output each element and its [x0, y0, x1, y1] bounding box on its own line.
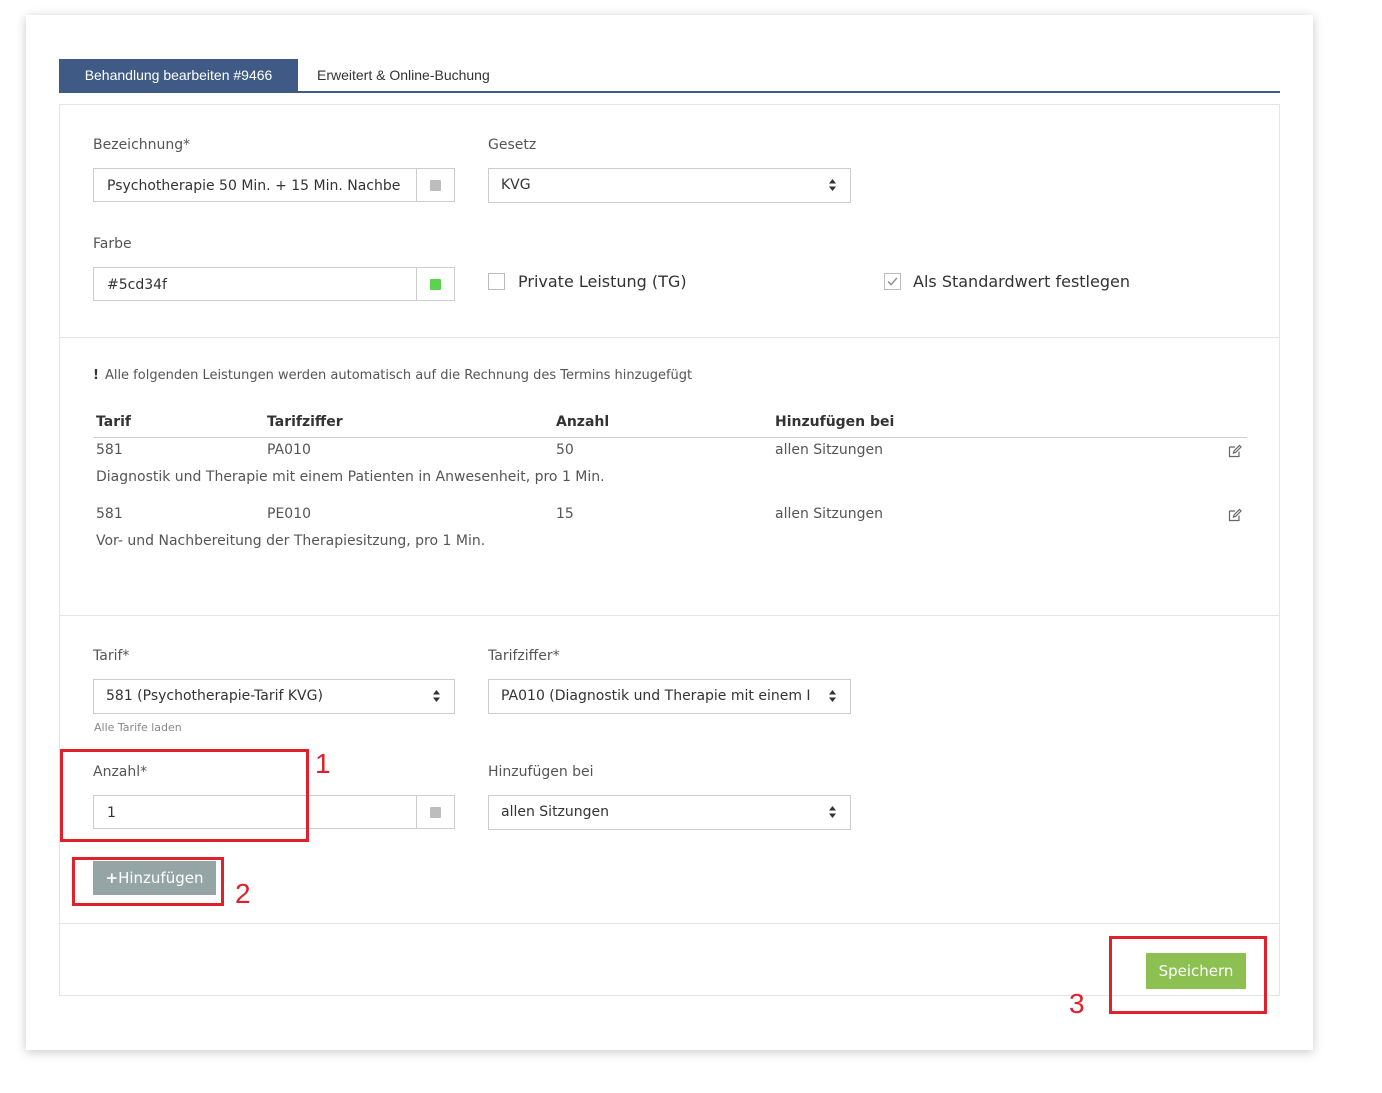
farbe-value: #5cd34f [107, 277, 167, 293]
exclamation-icon: ! [93, 368, 99, 383]
info-note: ! Alle folgenden Leistungen werden automa… [93, 368, 692, 383]
edit-icon[interactable] [1228, 444, 1242, 458]
tab-behandlung-bearbeiten[interactable]: Behandlung bearbeiten #9466 [59, 59, 298, 91]
checkmark-icon [887, 277, 898, 286]
grey-square-icon [430, 807, 441, 818]
bezeichnung-field[interactable]: Psychotherapie 50 Min. + 15 Min. Nachbe [93, 168, 455, 202]
private-leistung-label: Private Leistung (TG) [518, 272, 687, 291]
tarifziffer-label: Tarifziffer* [488, 648, 560, 664]
row1-anzahl: 50 [556, 442, 574, 458]
gesetz-select[interactable]: KVG [488, 168, 851, 203]
farbe-field[interactable]: #5cd34f [93, 267, 455, 301]
bezeichnung-label: Bezeichnung* [93, 137, 191, 153]
section-divider [60, 615, 1279, 616]
annotation-number-2: 2 [235, 878, 251, 909]
gesetz-label: Gesetz [488, 137, 537, 153]
info-note-text: Alle folgenden Leistungen werden automat… [104, 368, 693, 383]
standardwert-checkbox[interactable] [884, 273, 901, 290]
sort-arrows-icon [829, 806, 836, 818]
col-header-anzahl: Anzahl [556, 414, 610, 430]
farbe-label: Farbe [93, 236, 132, 252]
sort-arrows-icon [829, 179, 836, 191]
grey-square-icon [430, 180, 441, 191]
hinzufuegen-bei-select[interactable]: allen Sitzungen [488, 795, 851, 830]
col-header-tarif: Tarif [96, 414, 131, 430]
row2-hinzufuegen-bei: allen Sitzungen [775, 506, 884, 522]
edit-icon[interactable] [1228, 508, 1242, 522]
row1-hinzufuegen-bei: allen Sitzungen [775, 442, 884, 458]
annotation-number-3: 3 [1069, 988, 1085, 1019]
tab-erweitert-online-buchung[interactable]: Erweitert & Online-Buchung [317, 59, 490, 91]
tarifziffer-value: PA010 (Diagnostik und Therapie mit einem… [501, 688, 811, 704]
row2-tarifziffer: PE010 [267, 506, 312, 522]
sort-arrows-icon [829, 690, 836, 702]
farbe-color-picker[interactable] [416, 268, 454, 300]
annotation-number-1: 1 [315, 748, 331, 779]
bezeichnung-value: Psychotherapie 50 Min. + 15 Min. Nachbe [107, 178, 401, 194]
row1-tarifziffer: PA010 [267, 442, 311, 458]
tarifziffer-select[interactable]: PA010 (Diagnostik und Therapie mit einem… [488, 679, 851, 714]
annotation-box-3 [1109, 936, 1267, 1014]
form-panel [59, 104, 1280, 996]
bezeichnung-addon[interactable] [416, 169, 454, 201]
hinzufuegen-bei-label: Hinzufügen bei [488, 764, 594, 780]
annotation-box-2 [72, 857, 224, 906]
private-leistung-checkbox[interactable] [488, 273, 505, 290]
annotation-box-1 [60, 749, 309, 842]
anzahl-addon[interactable] [416, 796, 454, 828]
row2-description: Vor- und Nachbereitung der Therapiesitzu… [96, 533, 486, 549]
tab-bar: Behandlung bearbeiten #9466 Erweitert & … [59, 59, 1280, 93]
tarif-select[interactable]: 581 (Psychotherapie-Tarif KVG) [93, 679, 455, 714]
standardwert-label: Als Standardwert festlegen [913, 272, 1130, 291]
row2-tarif: 581 [96, 506, 123, 522]
row1-description: Diagnostik und Therapie mit einem Patien… [96, 469, 605, 485]
gesetz-value: KVG [501, 177, 531, 193]
hinzufuegen-bei-value: allen Sitzungen [501, 804, 610, 820]
tarif-label: Tarif* [93, 648, 130, 664]
table-header-line [93, 437, 1247, 438]
col-header-hinzufuegen-bei: Hinzufügen bei [775, 414, 895, 430]
sort-arrows-icon [433, 690, 440, 702]
color-swatch-icon [430, 279, 441, 290]
row1-tarif: 581 [96, 442, 123, 458]
col-header-tarifziffer: Tarifziffer [267, 414, 343, 430]
section-divider [60, 923, 1279, 924]
section-divider [60, 337, 1279, 338]
row2-anzahl: 15 [556, 506, 574, 522]
alle-tarife-laden-link[interactable]: Alle Tarife laden [94, 721, 182, 734]
tarif-value: 581 (Psychotherapie-Tarif KVG) [106, 688, 323, 704]
